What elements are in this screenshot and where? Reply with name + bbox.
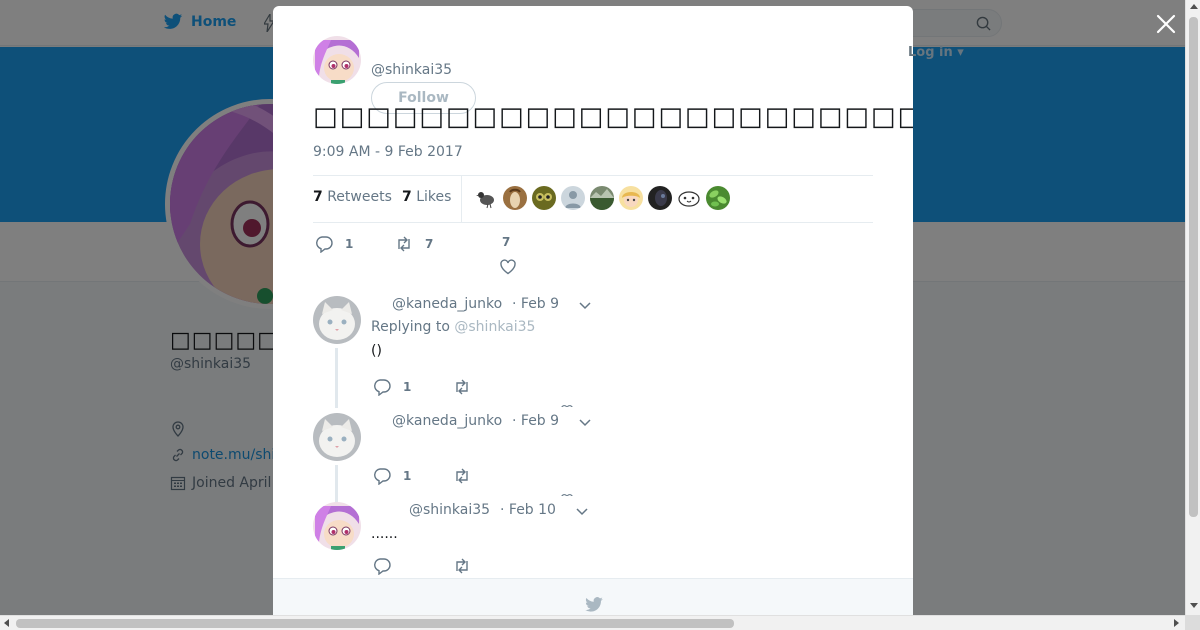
reply-date[interactable]: · Feb 10 xyxy=(500,502,556,518)
white-cat-avatar-image xyxy=(313,296,361,344)
retweet-icon xyxy=(398,236,410,252)
reply-date[interactable]: · Feb 9 xyxy=(512,413,559,429)
thread-line xyxy=(335,348,338,408)
tweet-author-handle[interactable]: @shinkai35 xyxy=(371,62,452,78)
scroll-down-arrow-icon[interactable] xyxy=(1190,603,1198,608)
tweet-actions: 1 7 7 xyxy=(313,232,873,282)
liker-avatar-cute-face[interactable] xyxy=(677,186,701,210)
chevron-down-icon[interactable] xyxy=(576,506,588,518)
retweet-icon xyxy=(456,468,468,484)
reply-icon xyxy=(374,558,391,575)
close-modal-button[interactable] xyxy=(1154,12,1178,36)
replying-to-handle[interactable]: @shinkai35 xyxy=(454,319,535,335)
retweets-stat[interactable]: 7 Retweets xyxy=(313,189,392,205)
reply-retweet-button[interactable] xyxy=(453,467,471,485)
reply-reply-button[interactable]: 1 xyxy=(373,378,411,396)
liker-avatar-blonde-anime[interactable] xyxy=(619,186,643,210)
retweet-icon xyxy=(456,558,468,574)
reply-author-avatar[interactable] xyxy=(313,413,361,461)
liker-avatars xyxy=(474,186,730,210)
chevron-down-icon[interactable] xyxy=(579,300,591,312)
replying-to-prefix: Replying to xyxy=(371,319,450,335)
tweet-timestamp[interactable]: 9:09 AM - 9 Feb 2017 xyxy=(313,144,463,160)
retweets-count: 7 xyxy=(313,189,323,205)
reply-text: () xyxy=(371,343,382,359)
reply-tweet[interactable]: @kaneda_junko · Feb 9 1 xyxy=(313,413,873,505)
replying-to: Replying to @shinkai35 xyxy=(371,319,535,335)
reply-author-avatar[interactable] xyxy=(313,296,361,344)
heart-icon[interactable] xyxy=(560,403,574,407)
like-button[interactable] xyxy=(499,258,517,276)
horizontal-scroll-thumb[interactable] xyxy=(16,619,734,628)
retweet-button[interactable]: 7 xyxy=(395,235,433,253)
tweet-author-avatar[interactable] xyxy=(313,36,361,84)
reply-reply-count: 1 xyxy=(403,469,412,483)
stats-divider xyxy=(461,176,462,222)
scroll-right-arrow-icon[interactable] xyxy=(1174,619,1179,627)
likes-label: Likes xyxy=(416,189,452,205)
modal-footer xyxy=(273,578,913,615)
liker-avatar-default-gray[interactable] xyxy=(561,186,585,210)
anime-girl-avatar-image xyxy=(313,502,361,550)
reply-reply-count: 1 xyxy=(403,380,412,394)
close-icon xyxy=(1156,14,1176,34)
like-count-label: 7 xyxy=(502,235,510,249)
horizontal-scrollbar[interactable] xyxy=(0,615,1185,630)
retweet-icon xyxy=(456,379,468,395)
anime-girl-avatar-image xyxy=(313,36,361,84)
liker-avatar-green-leaves[interactable] xyxy=(706,186,730,210)
chevron-down-icon: ▾ xyxy=(957,45,964,60)
liker-avatar-landscape[interactable] xyxy=(590,186,614,210)
likes-stat[interactable]: 7 Likes xyxy=(402,189,451,205)
reply-icon xyxy=(316,236,333,253)
reply-icon xyxy=(374,468,391,485)
vertical-scrollbar[interactable] xyxy=(1185,0,1200,615)
liker-avatar-portrait-brown[interactable] xyxy=(503,186,527,210)
heart-icon[interactable] xyxy=(560,492,574,496)
retweet-count: 7 xyxy=(425,237,434,251)
reply-retweet-button[interactable] xyxy=(453,378,471,396)
reply-text: ...... xyxy=(371,526,398,542)
chevron-down-icon[interactable] xyxy=(579,417,591,429)
scroll-up-arrow-icon[interactable] xyxy=(1190,4,1198,9)
tweet-modal: @shinkai35 Follow □□□□□□□□□□□□□□□□□□□□□□… xyxy=(273,6,913,615)
reply-author-handle[interactable]: @kaneda_junko xyxy=(392,296,502,312)
white-cat-avatar-image xyxy=(313,413,361,461)
tweet-text: □□□□□□□□□□□□□□□□□□□□□□□□□□□□□□□□□□□□□□□□… xyxy=(313,102,913,132)
reply-author-handle[interactable]: @shinkai35 xyxy=(409,502,490,518)
reply-author-avatar[interactable] xyxy=(313,502,361,550)
scrollbar-corner xyxy=(1185,615,1200,630)
reply-count: 1 xyxy=(345,237,354,251)
reply-retweet-button[interactable] xyxy=(453,557,471,575)
login-menu[interactable]: Log in ▾ xyxy=(908,45,964,60)
liker-avatar-pigeon[interactable] xyxy=(474,186,498,210)
reply-reply-button[interactable] xyxy=(373,557,391,575)
reply-reply-button[interactable]: 1 xyxy=(373,467,411,485)
reply-author-handle[interactable]: @kaneda_junko xyxy=(392,413,502,429)
liker-avatar-olive-creature[interactable] xyxy=(532,186,556,210)
reply-tweet[interactable]: @kaneda_junko · Feb 9 Replying to @shink… xyxy=(313,296,873,408)
tweet-stats-bar: 7 Retweets 7 Likes xyxy=(313,175,873,223)
like-count: 7 xyxy=(502,235,511,249)
reply-icon xyxy=(374,379,391,396)
vertical-scroll-thumb[interactable] xyxy=(1189,17,1198,517)
heart-icon xyxy=(500,259,516,275)
twitter-bird-icon xyxy=(585,597,603,612)
likes-count: 7 xyxy=(402,189,412,205)
reply-button[interactable]: 1 xyxy=(315,235,353,253)
retweets-label: Retweets xyxy=(327,189,392,205)
liker-avatar-dark-portrait[interactable] xyxy=(648,186,672,210)
reply-date[interactable]: · Feb 9 xyxy=(512,296,559,312)
scroll-left-arrow-icon[interactable] xyxy=(4,619,9,627)
thread-line xyxy=(335,465,338,505)
login-label: Log in xyxy=(908,45,953,60)
